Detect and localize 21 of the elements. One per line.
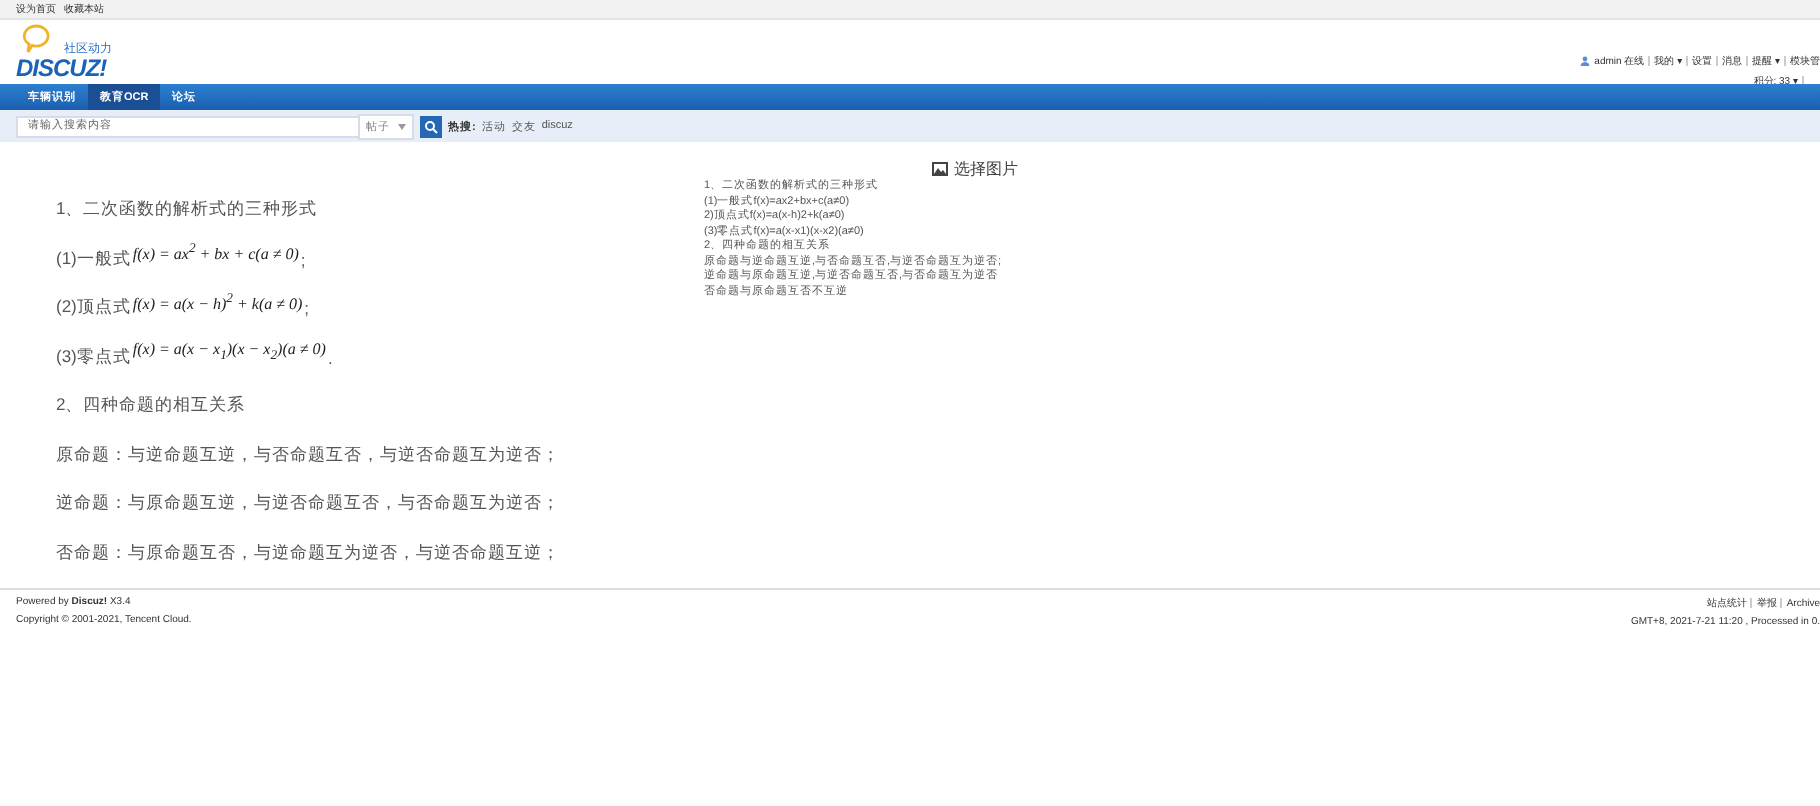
caret-icon: [398, 123, 406, 129]
document-text: 1、二次函数的解析式的三种形式: [56, 198, 318, 223]
punctuation: ;: [300, 249, 306, 270]
punctuation: ;: [304, 298, 310, 319]
document-text: 原命题：与逆命题互逆，与否命题互否，与逆否命题互为逆否；: [56, 443, 560, 468]
user-icon: [1580, 56, 1591, 66]
formula-label: (3)零点式: [56, 345, 131, 370]
punctuation: .: [327, 347, 333, 368]
formula: f(x) = ax$^{2}$ + bx + c(a ≠ 0): [132, 242, 299, 265]
document-text: 否命题：与原命题互否，与逆命题互为逆否，与逆否命题互逆；: [56, 541, 560, 566]
search-button[interactable]: [420, 115, 442, 137]
logo-wordmark: DISCUZ!: [16, 54, 107, 82]
formula-label: (1)一般式: [56, 247, 131, 272]
image-icon: [932, 162, 948, 176]
speech-bubble-icon: [20, 24, 52, 54]
document-text: 逆命题：与原命题互逆，与逆否命题互否，与否命题互为逆否；: [56, 492, 560, 517]
formula-label: (2)顶点式: [56, 296, 131, 321]
choose-image-button[interactable]: 选择图片: [932, 158, 1018, 180]
formula: f(x) = a(x − h)$^{2}$ + k(a ≠ 0): [132, 291, 303, 314]
formula: f(x) = a(x − x$_{1}$)(x − x$_{2}$)(a ≠ 0): [132, 339, 326, 364]
document-text: 2、四种命题的相互关系: [56, 394, 246, 419]
